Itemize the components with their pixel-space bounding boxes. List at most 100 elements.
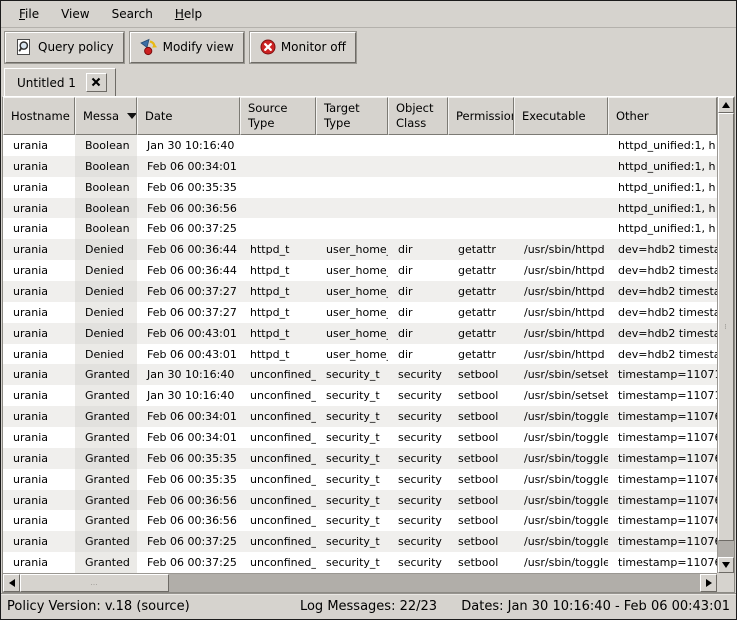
cell-object_class: dir bbox=[388, 323, 448, 344]
monitor-off-button[interactable]: Monitor off bbox=[250, 32, 356, 63]
table-row[interactable]: uraniaGrantedJan 30 10:16:40unconfined_s… bbox=[3, 385, 717, 406]
horizontal-scroll-thumb[interactable]: … bbox=[20, 574, 169, 592]
cell-message: Denied bbox=[75, 239, 137, 260]
cell-executable bbox=[514, 198, 608, 219]
table-row[interactable]: uraniaDeniedFeb 06 00:36:44httpd_tuser_h… bbox=[3, 260, 717, 281]
column-header-source_type[interactable]: SourceType bbox=[240, 97, 316, 135]
cell-date: Feb 06 00:37:27 bbox=[137, 281, 240, 302]
scroll-down-button[interactable] bbox=[718, 557, 734, 573]
cell-permission: setbool bbox=[448, 531, 514, 552]
table-row[interactable]: uraniaGrantedFeb 06 00:37:25unconfined_s… bbox=[3, 552, 717, 573]
toolbar: Query policy Modify view Monitor off bbox=[1, 28, 736, 66]
menu-view[interactable]: View bbox=[51, 3, 99, 25]
scroll-up-button[interactable] bbox=[718, 97, 734, 113]
modify-view-button[interactable]: Modify view bbox=[130, 32, 244, 63]
column-header-executable[interactable]: Executable bbox=[514, 97, 608, 135]
cell-executable: /usr/sbin/toggle bbox=[514, 448, 608, 469]
cell-object_class bbox=[388, 135, 448, 156]
cell-date: Feb 06 00:43:01 bbox=[137, 344, 240, 365]
table-row[interactable]: uraniaBooleanJan 30 10:16:40httpd_unifie… bbox=[3, 135, 717, 156]
column-header-label: Other bbox=[616, 109, 649, 124]
cell-message: Denied bbox=[75, 281, 137, 302]
table-row[interactable]: uraniaDeniedFeb 06 00:36:44httpd_tuser_h… bbox=[3, 239, 717, 260]
cell-executable: /usr/sbin/httpd bbox=[514, 344, 608, 365]
cell-date: Feb 06 00:37:25 bbox=[137, 218, 240, 239]
cell-message: Granted bbox=[75, 406, 137, 427]
cell-date: Feb 06 00:36:56 bbox=[137, 198, 240, 219]
cell-hostname: urania bbox=[3, 281, 75, 302]
horizontal-scrollbar[interactable]: … bbox=[3, 573, 717, 592]
table-row[interactable]: uraniaGrantedFeb 06 00:34:01unconfined_s… bbox=[3, 406, 717, 427]
grip-dots-icon: … bbox=[91, 580, 99, 587]
cell-date: Feb 06 00:37:25 bbox=[137, 531, 240, 552]
cell-target_type: user_home_ bbox=[316, 281, 388, 302]
cell-source_type: unconfined_ bbox=[240, 364, 316, 385]
column-header-permission[interactable]: Permission bbox=[448, 97, 514, 135]
modify-view-icon bbox=[140, 38, 158, 56]
cell-message: Granted bbox=[75, 510, 137, 531]
left-arrow-icon bbox=[9, 579, 15, 587]
cell-other: timestamp=11076 bbox=[608, 427, 717, 448]
cell-target_type: security_t bbox=[316, 490, 388, 511]
cell-target_type: security_t bbox=[316, 469, 388, 490]
scroll-right-button[interactable] bbox=[700, 574, 717, 592]
table-row[interactable]: uraniaDeniedFeb 06 00:37:27httpd_tuser_h… bbox=[3, 302, 717, 323]
scroll-left-button[interactable] bbox=[3, 574, 20, 592]
column-header-other[interactable]: Other bbox=[608, 97, 717, 135]
table-row[interactable]: uraniaDeniedFeb 06 00:37:27httpd_tuser_h… bbox=[3, 281, 717, 302]
tab-close-button[interactable] bbox=[86, 73, 107, 92]
cell-executable bbox=[514, 218, 608, 239]
cell-object_class bbox=[388, 198, 448, 219]
menu-search[interactable]: Search bbox=[102, 3, 163, 25]
vertical-scroll-trough[interactable]: ⁞ bbox=[718, 113, 734, 557]
vertical-scrollbar[interactable]: ⁞ bbox=[717, 97, 734, 573]
cell-source_type: httpd_t bbox=[240, 260, 316, 281]
table-body: uraniaBooleanJan 30 10:16:40httpd_unifie… bbox=[3, 135, 717, 573]
cell-message: Granted bbox=[75, 448, 137, 469]
cell-permission: getattr bbox=[448, 323, 514, 344]
cell-hostname: urania bbox=[3, 531, 75, 552]
table-row[interactable]: uraniaGrantedFeb 06 00:35:35unconfined_s… bbox=[3, 469, 717, 490]
cell-other: dev=hdb2 timesta bbox=[608, 239, 717, 260]
cell-date: Feb 06 00:35:35 bbox=[137, 469, 240, 490]
cell-permission: setbool bbox=[448, 364, 514, 385]
table-row[interactable]: uraniaDeniedFeb 06 00:43:01httpd_tuser_h… bbox=[3, 344, 717, 365]
cell-target_type bbox=[316, 177, 388, 198]
cell-executable: /usr/sbin/toggle bbox=[514, 510, 608, 531]
table-row[interactable]: uraniaBooleanFeb 06 00:37:25httpd_unifie… bbox=[3, 218, 717, 239]
table-row[interactable]: uraniaBooleanFeb 06 00:34:01httpd_unifie… bbox=[3, 156, 717, 177]
table-row[interactable]: uraniaGrantedFeb 06 00:36:56unconfined_s… bbox=[3, 490, 717, 511]
tab-bar: Untitled 1 bbox=[1, 66, 736, 96]
menu-file[interactable]: File bbox=[9, 3, 49, 25]
cell-source_type: unconfined_ bbox=[240, 531, 316, 552]
cell-other: httpd_unified:1, h bbox=[608, 198, 717, 219]
table-row[interactable]: uraniaGrantedFeb 06 00:34:01unconfined_s… bbox=[3, 427, 717, 448]
cell-date: Feb 06 00:34:01 bbox=[137, 406, 240, 427]
cell-permission bbox=[448, 177, 514, 198]
column-header-target_type[interactable]: TargetType bbox=[316, 97, 388, 135]
cell-executable: /usr/sbin/toggle bbox=[514, 490, 608, 511]
table-row[interactable]: uraniaGrantedFeb 06 00:36:56unconfined_s… bbox=[3, 510, 717, 531]
cell-permission: setbool bbox=[448, 406, 514, 427]
column-header-date[interactable]: Date bbox=[137, 97, 240, 135]
table-row[interactable]: uraniaGrantedFeb 06 00:35:35unconfined_s… bbox=[3, 448, 717, 469]
cell-message: Denied bbox=[75, 302, 137, 323]
menu-help[interactable]: Help bbox=[165, 3, 212, 25]
column-header-object_class[interactable]: ObjectClass bbox=[388, 97, 448, 135]
horizontal-scroll-trough[interactable]: … bbox=[20, 574, 700, 592]
query-policy-button[interactable]: Query policy bbox=[5, 32, 124, 63]
column-header-hostname[interactable]: Hostname bbox=[3, 97, 75, 135]
table-row[interactable]: uraniaGrantedFeb 06 00:37:25unconfined_s… bbox=[3, 531, 717, 552]
column-header-message[interactable]: Messa bbox=[75, 97, 137, 135]
table-row[interactable]: uraniaBooleanFeb 06 00:36:56httpd_unifie… bbox=[3, 198, 717, 219]
monitor-off-label: Monitor off bbox=[281, 40, 346, 54]
cell-target_type: security_t bbox=[316, 385, 388, 406]
tab-untitled-1[interactable]: Untitled 1 bbox=[4, 68, 116, 96]
cell-source_type: httpd_t bbox=[240, 239, 316, 260]
table-row[interactable]: uraniaDeniedFeb 06 00:43:01httpd_tuser_h… bbox=[3, 323, 717, 344]
table-row[interactable]: uraniaBooleanFeb 06 00:35:35httpd_unifie… bbox=[3, 177, 717, 198]
cell-hostname: urania bbox=[3, 218, 75, 239]
vertical-scroll-thumb[interactable]: ⁞ bbox=[718, 113, 734, 541]
table-row[interactable]: uraniaGrantedJan 30 10:16:40unconfined_s… bbox=[3, 364, 717, 385]
cell-message: Granted bbox=[75, 364, 137, 385]
